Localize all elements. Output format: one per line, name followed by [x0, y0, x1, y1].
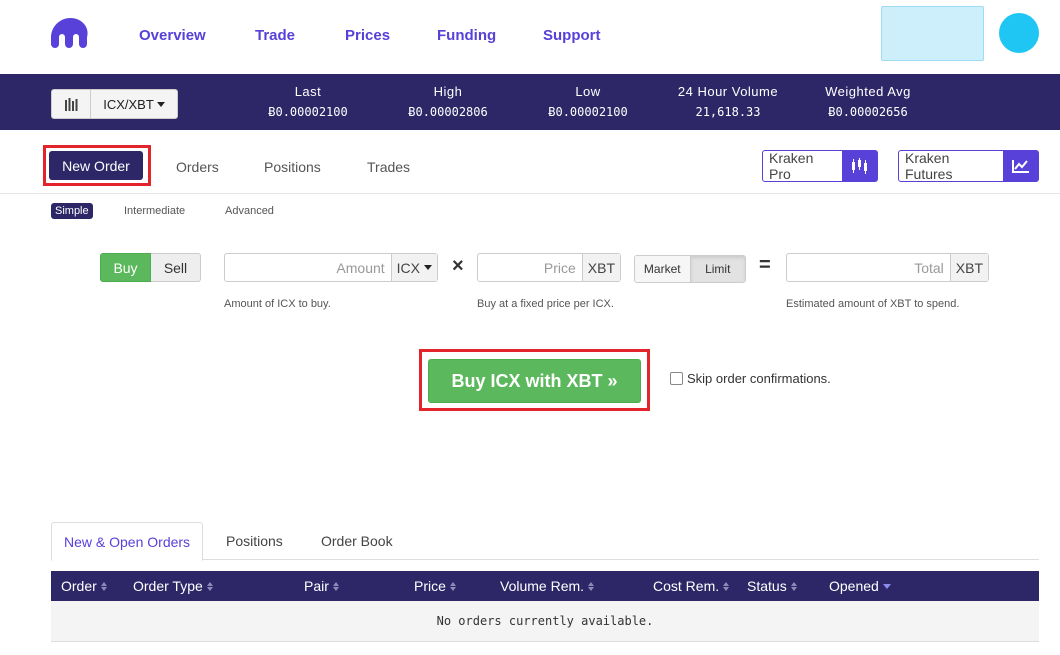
- sort-icon: [723, 581, 730, 591]
- tab-trades[interactable]: Trades: [367, 159, 410, 175]
- tab-order-book[interactable]: Order Book: [309, 522, 405, 560]
- tab-positions[interactable]: Positions: [264, 159, 321, 175]
- total-help-text: Estimated amount of XBT to spend.: [786, 298, 960, 310]
- kraken-futures-button[interactable]: Kraken Futures: [898, 150, 1039, 182]
- tab-simple[interactable]: Simple: [51, 203, 93, 219]
- amount-help-text: Amount of ICX to buy.: [224, 298, 331, 310]
- stat-last: Last Ƀ0.00002100: [268, 84, 348, 119]
- equals-icon: =: [759, 254, 771, 276]
- nav-overview-link[interactable]: Overview: [139, 27, 206, 44]
- column-cost-rem[interactable]: Cost Rem.: [653, 578, 730, 594]
- sort-icon: [100, 581, 107, 591]
- column-price[interactable]: Price: [414, 578, 456, 594]
- sort-icon: [588, 581, 595, 591]
- stat-value: Ƀ0.00002100: [548, 105, 628, 119]
- kraken-logo-icon[interactable]: [51, 18, 90, 48]
- multiply-icon: ×: [452, 255, 464, 277]
- column-pair[interactable]: Pair: [304, 578, 339, 594]
- stat-value: Ƀ0.00002806: [408, 105, 488, 119]
- tab-orders[interactable]: Orders: [176, 159, 219, 175]
- kraken-futures-label: Kraken Futures: [905, 150, 953, 182]
- price-help-text: Buy at a fixed price per ICX.: [477, 298, 614, 310]
- sort-icon: [206, 581, 213, 591]
- nav-support-link[interactable]: Support: [543, 27, 601, 44]
- column-label: Status: [747, 578, 787, 594]
- column-order[interactable]: Order: [61, 578, 107, 594]
- stat-label: Last: [294, 84, 322, 99]
- chart-bars-icon: [52, 90, 91, 118]
- stat-label: High: [433, 84, 463, 99]
- chevron-down-icon: [424, 265, 432, 270]
- column-volume-rem[interactable]: Volume Rem.: [500, 578, 595, 594]
- kraken-pro-label: Kraken Pro: [769, 150, 814, 182]
- orders-tabs: New & Open Orders Positions Order Book: [51, 522, 1039, 561]
- market-button[interactable]: Market: [635, 256, 690, 282]
- buy-button[interactable]: Buy: [100, 253, 151, 282]
- column-label: Price: [414, 578, 446, 594]
- column-label: Opened: [829, 578, 879, 594]
- price-field: XBT: [477, 253, 621, 282]
- line-chart-icon: [1003, 151, 1038, 181]
- total-currency-addon: XBT: [949, 254, 988, 281]
- stat-high: High Ƀ0.00002806: [408, 84, 488, 119]
- column-order-type[interactable]: Order Type: [133, 578, 213, 594]
- skip-confirm-label: Skip order confirmations.: [687, 371, 831, 386]
- column-label: Pair: [304, 578, 329, 594]
- nav-funding-link[interactable]: Funding: [437, 27, 496, 44]
- stat-value: Ƀ0.00002656: [828, 105, 908, 119]
- buy-sell-toggle: Buy Sell: [100, 253, 201, 282]
- stat-value: Ƀ0.00002100: [268, 105, 348, 119]
- candlestick-icon: [842, 151, 877, 181]
- nav-trade-link[interactable]: Trade: [255, 27, 295, 44]
- price-currency-addon: XBT: [581, 254, 620, 281]
- pair-selector-button[interactable]: ICX/XBT: [51, 89, 178, 119]
- stat-label: 24 Hour Volume: [677, 84, 779, 99]
- amount-currency-dropdown[interactable]: ICX: [390, 254, 437, 281]
- stat-24h-volume: 24 Hour Volume 21,618.33: [668, 84, 788, 119]
- price-input[interactable]: [478, 254, 582, 281]
- amount-currency-label: ICX: [396, 259, 420, 276]
- account-menu-box[interactable]: [881, 6, 984, 61]
- stat-label: Low: [575, 84, 601, 99]
- tab-positions-bottom[interactable]: Positions: [214, 522, 295, 560]
- stat-weighted-avg: Weighted Avg Ƀ0.00002656: [813, 84, 923, 119]
- sort-icon: [332, 581, 339, 591]
- empty-orders-message: No orders currently available.: [51, 601, 1039, 642]
- pair-label: ICX/XBT: [103, 96, 154, 112]
- total-field: XBT: [786, 253, 989, 282]
- stat-value: 21,618.33: [695, 105, 761, 119]
- user-avatar[interactable]: [999, 13, 1039, 53]
- sort-icon: [790, 581, 797, 591]
- submit-order-button[interactable]: Buy ICX with XBT »: [428, 359, 641, 403]
- chevron-down-icon: [156, 101, 165, 107]
- skip-confirm-option[interactable]: Skip order confirmations.: [670, 371, 831, 386]
- column-label: Order Type: [133, 578, 203, 594]
- stat-label: Weighted Avg: [825, 84, 911, 99]
- tab-advanced[interactable]: Advanced: [225, 205, 274, 217]
- stat-low: Low Ƀ0.00002100: [548, 84, 628, 119]
- sort-desc-icon: [882, 583, 891, 589]
- column-label: Cost Rem.: [653, 578, 720, 594]
- sort-icon: [449, 581, 456, 591]
- skip-confirm-checkbox[interactable]: [670, 372, 683, 385]
- order-type-toggle: Market Limit: [634, 255, 746, 283]
- tab-new-order[interactable]: New Order: [49, 151, 143, 180]
- amount-field: ICX: [224, 253, 438, 282]
- limit-button[interactable]: Limit: [689, 256, 745, 282]
- tab-new-open-orders[interactable]: New & Open Orders: [51, 522, 204, 561]
- column-opened[interactable]: Opened: [829, 578, 891, 594]
- column-label: Volume Rem.: [500, 578, 585, 594]
- ticker-bar: ICX/XBT Last Ƀ0.00002100 High Ƀ0.0000280…: [0, 74, 1060, 130]
- column-status[interactable]: Status: [747, 578, 797, 594]
- nav-prices-link[interactable]: Prices: [345, 27, 390, 44]
- sell-button[interactable]: Sell: [151, 253, 201, 282]
- amount-input[interactable]: [225, 254, 391, 281]
- kraken-pro-button[interactable]: Kraken Pro: [762, 150, 878, 182]
- column-label: Order: [61, 578, 97, 594]
- orders-table-header: Order Order Type Pair Price Volume Rem. …: [51, 571, 1039, 601]
- order-tabs-row: New Order Orders Positions Trades Kraken…: [0, 140, 1060, 194]
- total-input[interactable]: [787, 254, 950, 281]
- top-navigation: Overview Trade Prices Funding Support: [0, 0, 1060, 74]
- tab-intermediate[interactable]: Intermediate: [124, 205, 185, 217]
